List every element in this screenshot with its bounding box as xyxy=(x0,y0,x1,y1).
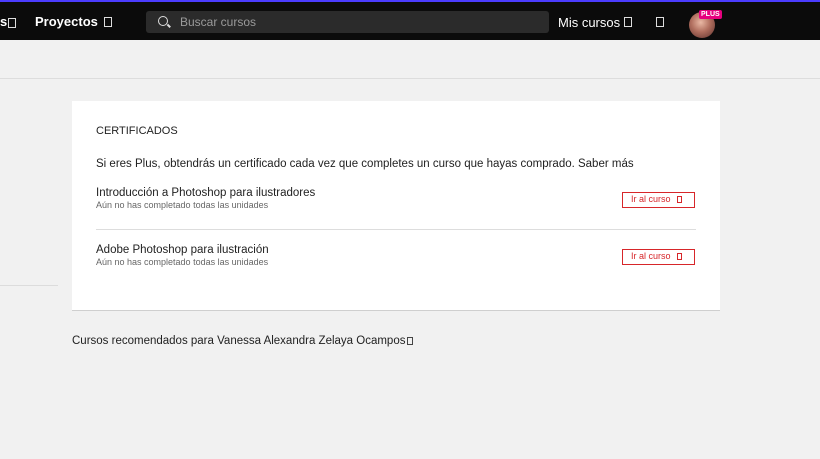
notifications-icon[interactable] xyxy=(624,17,632,27)
nav-icon xyxy=(8,17,17,28)
search-input[interactable] xyxy=(180,11,530,33)
go-to-course-label: Ir al curso xyxy=(631,251,671,261)
sub-header-band xyxy=(0,40,820,79)
course-status: Aún no has completado todas las unidades xyxy=(96,257,269,267)
chevron-icon xyxy=(407,336,414,345)
course-row: Adobe Photoshop para ilustración Aún no … xyxy=(96,244,696,267)
certificates-intro: Si eres Plus, obtendrás un certificado c… xyxy=(96,158,634,170)
certificates-title: CERTIFICADOS xyxy=(96,125,178,137)
my-courses-link[interactable]: Mis cursos xyxy=(558,15,620,30)
plus-badge: PLUS xyxy=(699,10,722,19)
search-icon xyxy=(158,16,168,26)
nav-icon[interactable] xyxy=(104,17,112,27)
nav-item-projects[interactable]: Proyectos xyxy=(35,14,98,29)
left-divider xyxy=(0,285,58,286)
nav-item-cutoff-label: s xyxy=(0,14,8,29)
cart-icon[interactable] xyxy=(656,17,664,27)
certificates-card: CERTIFICADOS Si eres Plus, obtendrás un … xyxy=(72,101,720,311)
course-name: Introducción a Photoshop para ilustrador… xyxy=(96,187,316,199)
go-to-course-label: Ir al curso xyxy=(631,194,671,204)
course-row: Introducción a Photoshop para ilustrador… xyxy=(96,187,696,210)
recommended-courses-link[interactable]: Cursos recomendados para Vanessa Alexand… xyxy=(72,335,414,347)
arrow-icon xyxy=(676,253,682,261)
course-divider xyxy=(96,229,696,230)
recommended-courses-label: Cursos recomendados para Vanessa Alexand… xyxy=(72,335,406,347)
search-bar[interactable] xyxy=(146,11,549,33)
nav-item-cutoff[interactable]: s xyxy=(0,14,17,29)
course-name: Adobe Photoshop para ilustración xyxy=(96,244,269,256)
top-navigation-bar: s Proyectos Mis cursos PLUS xyxy=(0,0,820,40)
arrow-icon xyxy=(676,196,682,204)
go-to-course-button[interactable]: Ir al curso xyxy=(622,249,695,265)
go-to-course-button[interactable]: Ir al curso xyxy=(622,192,695,208)
course-status: Aún no has completado todas las unidades xyxy=(96,200,269,210)
